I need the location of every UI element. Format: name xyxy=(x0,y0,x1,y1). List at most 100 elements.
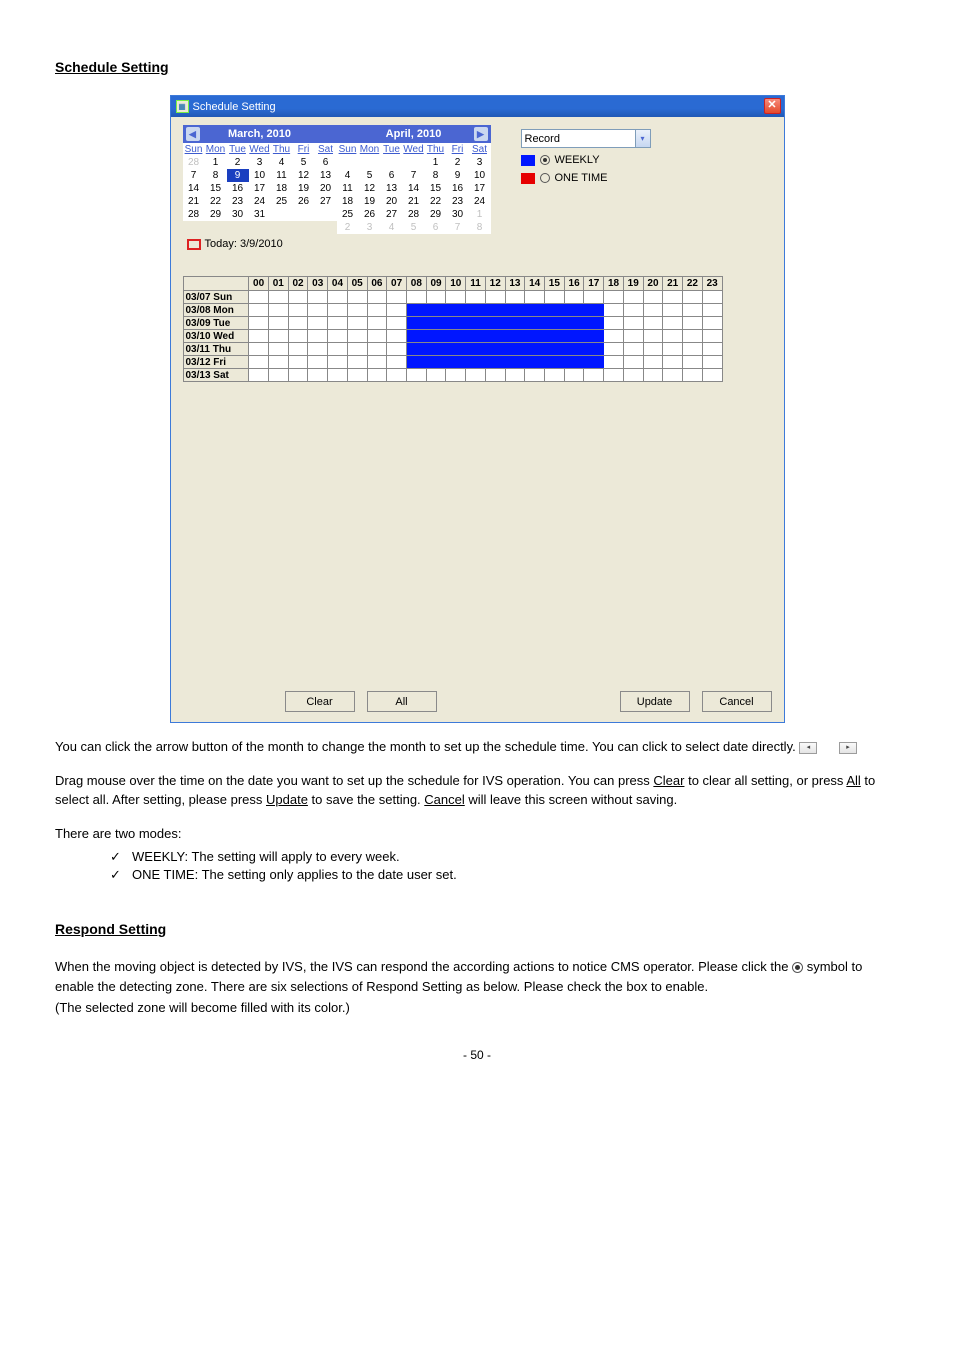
schedule-cell[interactable] xyxy=(249,369,269,382)
calendar-day[interactable]: 4 xyxy=(271,156,293,169)
schedule-cell[interactable] xyxy=(249,317,269,330)
schedule-cell[interactable] xyxy=(525,330,545,343)
schedule-cell[interactable] xyxy=(623,356,643,369)
schedule-cell[interactable] xyxy=(446,369,466,382)
calendar-day[interactable]: 29 xyxy=(425,208,447,221)
schedule-cell[interactable] xyxy=(564,343,584,356)
calendar-day[interactable]: 8 xyxy=(425,169,447,182)
schedule-cell[interactable] xyxy=(308,317,328,330)
calendar-day[interactable]: 2 xyxy=(447,156,469,169)
calendar-day[interactable]: 10 xyxy=(469,169,491,182)
schedule-cell[interactable] xyxy=(288,317,308,330)
schedule-cell[interactable] xyxy=(604,330,624,343)
schedule-cell[interactable] xyxy=(347,291,367,304)
calendar-day[interactable]: 12 xyxy=(293,169,315,182)
next-month-icon[interactable]: ▶ xyxy=(474,127,488,141)
schedule-cell[interactable] xyxy=(268,356,288,369)
schedule-cell[interactable] xyxy=(426,317,446,330)
schedule-cell[interactable] xyxy=(426,291,446,304)
schedule-cell[interactable] xyxy=(505,304,525,317)
schedule-cell[interactable] xyxy=(584,369,604,382)
schedule-cell[interactable] xyxy=(367,356,387,369)
update-button[interactable]: Update xyxy=(620,691,690,712)
calendar-day[interactable]: 9 xyxy=(227,169,249,182)
calendar-day[interactable]: 7 xyxy=(183,169,205,182)
schedule-cell[interactable] xyxy=(525,356,545,369)
schedule-cell[interactable] xyxy=(268,291,288,304)
onetime-radio[interactable] xyxy=(540,173,550,183)
schedule-cell[interactable] xyxy=(564,369,584,382)
schedule-cell[interactable] xyxy=(466,356,486,369)
schedule-cell[interactable] xyxy=(525,343,545,356)
schedule-cell[interactable] xyxy=(545,317,565,330)
schedule-cell[interactable] xyxy=(485,317,505,330)
calendar-day[interactable]: 6 xyxy=(315,156,337,169)
schedule-cell[interactable] xyxy=(485,356,505,369)
schedule-cell[interactable] xyxy=(367,317,387,330)
schedule-cell[interactable] xyxy=(663,343,683,356)
schedule-cell[interactable] xyxy=(426,356,446,369)
calendar-day[interactable]: 1 xyxy=(425,156,447,169)
schedule-cell[interactable] xyxy=(387,356,407,369)
schedule-cell[interactable] xyxy=(406,317,426,330)
clear-button[interactable]: Clear xyxy=(285,691,355,712)
calendar-day[interactable]: 28 xyxy=(183,208,205,221)
calendar-day[interactable]: 14 xyxy=(403,182,425,195)
calendar-day[interactable]: 11 xyxy=(337,182,359,195)
schedule-cell[interactable] xyxy=(249,356,269,369)
schedule-cell[interactable] xyxy=(328,304,348,317)
schedule-cell[interactable] xyxy=(249,343,269,356)
calendar-day[interactable]: 26 xyxy=(293,195,315,208)
schedule-cell[interactable] xyxy=(584,343,604,356)
all-button[interactable]: All xyxy=(367,691,437,712)
calendar-day[interactable]: 19 xyxy=(359,195,381,208)
schedule-cell[interactable] xyxy=(347,304,367,317)
schedule-cell[interactable] xyxy=(623,369,643,382)
calendar-day[interactable]: 5 xyxy=(293,156,315,169)
schedule-cell[interactable] xyxy=(328,330,348,343)
calendar-day[interactable]: 29 xyxy=(205,208,227,221)
schedule-cell[interactable] xyxy=(406,343,426,356)
calendar-day[interactable]: 27 xyxy=(315,195,337,208)
schedule-cell[interactable] xyxy=(249,304,269,317)
calendar-day[interactable]: 6 xyxy=(381,169,403,182)
schedule-cell[interactable] xyxy=(249,291,269,304)
schedule-cell[interactable] xyxy=(446,356,466,369)
schedule-cell[interactable] xyxy=(584,330,604,343)
schedule-cell[interactable] xyxy=(663,317,683,330)
calendar-april[interactable]: April, 2010 ▶ SunMonTueWedThuFriSat 1234… xyxy=(337,125,491,234)
calendar-day[interactable]: 12 xyxy=(359,182,381,195)
cancel-button[interactable]: Cancel xyxy=(702,691,772,712)
schedule-cell[interactable] xyxy=(308,356,328,369)
weekly-radio[interactable] xyxy=(540,155,550,165)
schedule-cell[interactable] xyxy=(367,369,387,382)
schedule-cell[interactable] xyxy=(485,304,505,317)
schedule-cell[interactable] xyxy=(683,356,703,369)
schedule-cell[interactable] xyxy=(446,317,466,330)
schedule-cell[interactable] xyxy=(623,330,643,343)
schedule-cell[interactable] xyxy=(604,304,624,317)
calendar-day[interactable]: 19 xyxy=(293,182,315,195)
schedule-cell[interactable] xyxy=(308,304,328,317)
calendar-day[interactable]: 30 xyxy=(227,208,249,221)
schedule-cell[interactable] xyxy=(604,369,624,382)
calendar-day[interactable]: 27 xyxy=(381,208,403,221)
schedule-cell[interactable] xyxy=(347,369,367,382)
prev-month-icon[interactable]: ◀ xyxy=(186,127,200,141)
calendar-day[interactable]: 14 xyxy=(183,182,205,195)
calendar-day[interactable]: 4 xyxy=(337,169,359,182)
calendar-day[interactable]: 28 xyxy=(403,208,425,221)
calendar-day[interactable]: 21 xyxy=(403,195,425,208)
schedule-cell[interactable] xyxy=(268,369,288,382)
schedule-cell[interactable] xyxy=(308,291,328,304)
schedule-cell[interactable] xyxy=(683,291,703,304)
schedule-cell[interactable] xyxy=(545,291,565,304)
schedule-cell[interactable] xyxy=(683,369,703,382)
schedule-cell[interactable] xyxy=(426,304,446,317)
calendar-day[interactable]: 22 xyxy=(205,195,227,208)
schedule-cell[interactable] xyxy=(288,369,308,382)
calendar-day[interactable]: 18 xyxy=(337,195,359,208)
schedule-cell[interactable] xyxy=(466,330,486,343)
schedule-cell[interactable] xyxy=(663,304,683,317)
schedule-cell[interactable] xyxy=(683,317,703,330)
